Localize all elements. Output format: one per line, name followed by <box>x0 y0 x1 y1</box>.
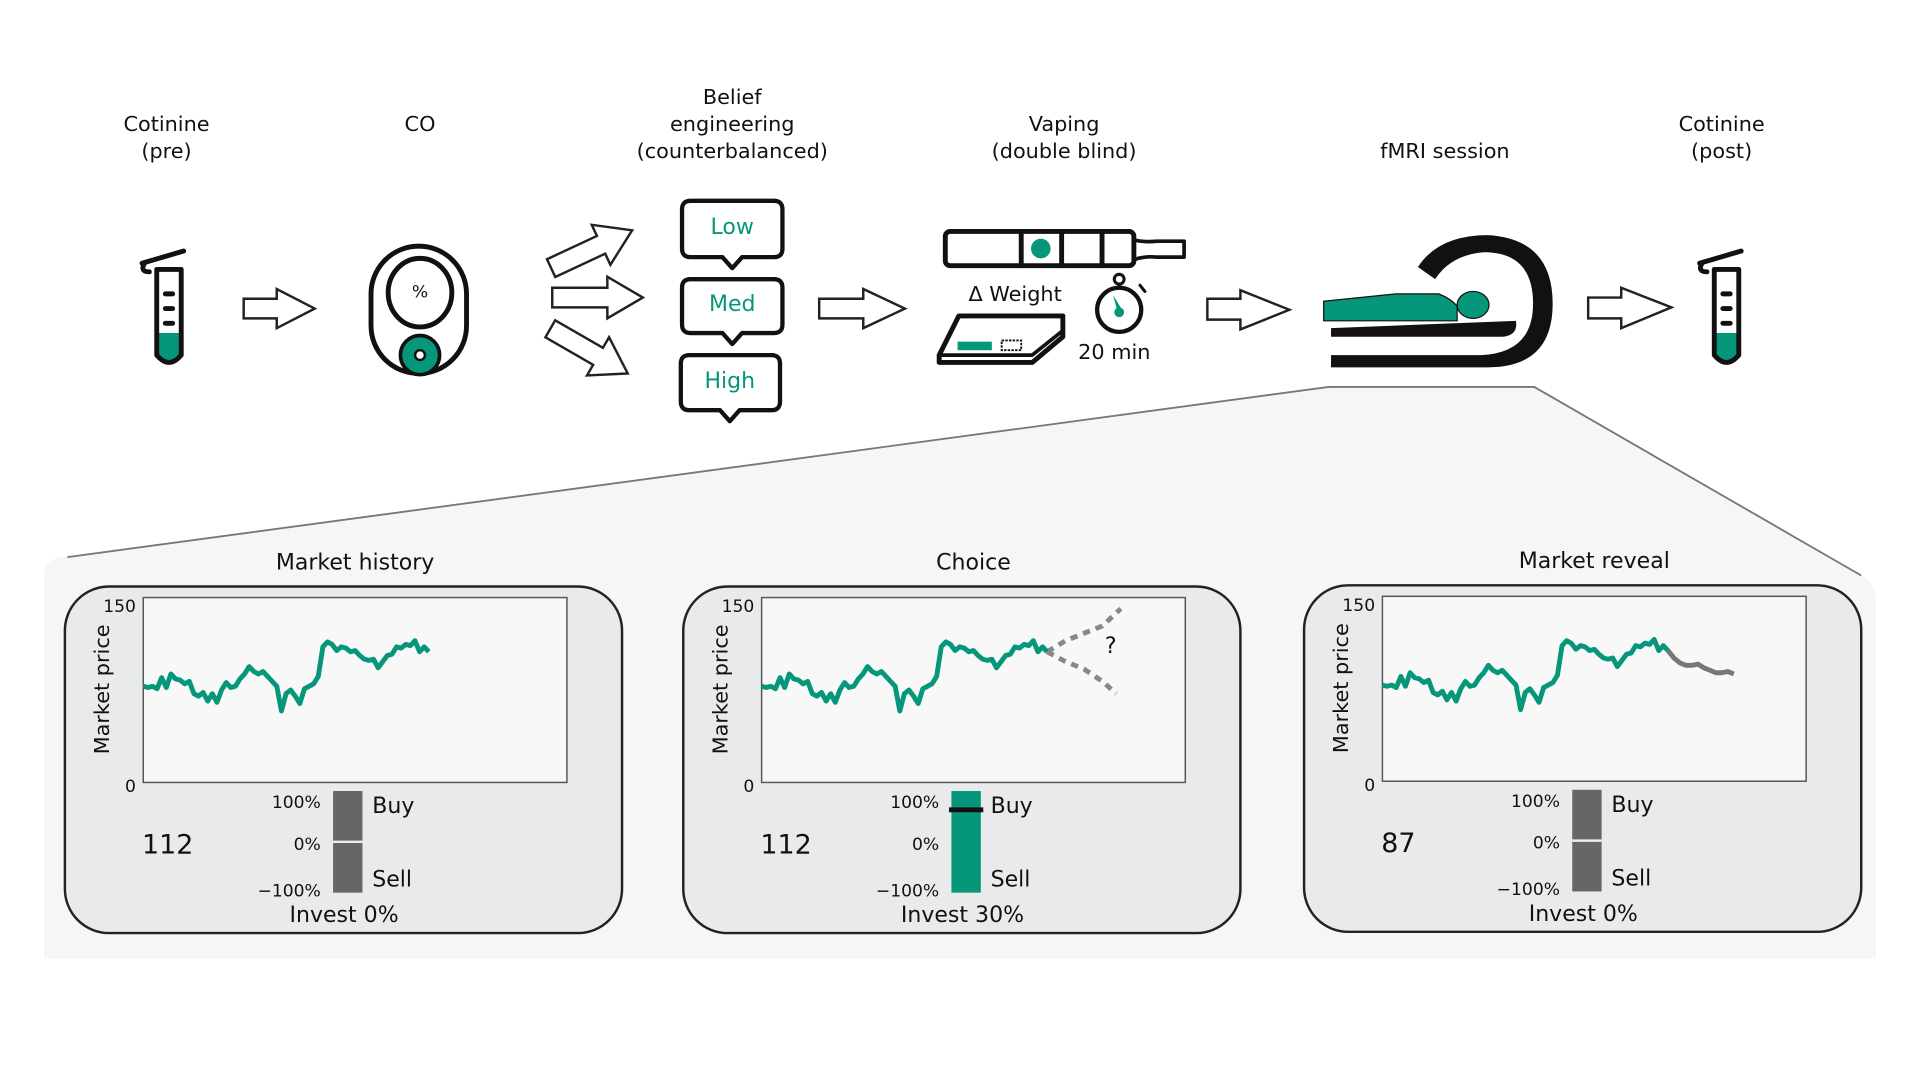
current-price: 87 <box>1381 828 1415 859</box>
belief-option-high: High <box>678 352 783 424</box>
invest-label: Invest 30% <box>901 903 1024 928</box>
scale-100: 100% <box>272 793 321 813</box>
scale-minus-100: −100% <box>258 881 321 901</box>
invest-label: Invest 0% <box>290 903 399 928</box>
svg-text:High: High <box>704 369 755 394</box>
panel-title: Market history <box>276 550 435 575</box>
belief-option-low: Low <box>679 198 785 271</box>
scale-0: 0% <box>1533 834 1560 854</box>
step-label-co: CO <box>405 112 436 136</box>
scale-100: 100% <box>1511 792 1560 812</box>
scale-0: 0% <box>294 835 321 855</box>
current-price: 112 <box>760 829 811 860</box>
y-tick-150: 150 <box>103 597 136 617</box>
belief-option-med: Med <box>679 277 785 347</box>
mri-scanner-icon <box>1323 235 1553 368</box>
step-label-cotinine-pre: Cotinine (pre) <box>123 112 209 163</box>
test-tube-icon <box>1697 248 1744 365</box>
buy-label: Buy <box>1611 793 1653 818</box>
task-panel-market-reveal: Market reveal 150 0 Market price 87 100% 0% −10… <box>1302 549 1863 934</box>
y-tick-0: 0 <box>125 777 136 797</box>
scale-minus-100: −100% <box>876 881 939 901</box>
branch-arrows <box>543 223 646 377</box>
vape-pen-icon <box>942 228 1186 269</box>
timer-label: 20 min <box>1078 340 1150 364</box>
scale-minus-100: −100% <box>1497 880 1560 900</box>
y-tick-0: 0 <box>743 777 754 797</box>
sell-label: Sell <box>1611 866 1651 891</box>
task-panel-choice: Choice 150 0 Market price ? 112 100% 0% −100% Buy… <box>682 550 1242 935</box>
scale-0: 0% <box>912 835 939 855</box>
y-tick-150: 150 <box>1342 596 1375 616</box>
arrow-right-icon <box>1206 288 1293 332</box>
price-chart-area <box>142 596 568 784</box>
weight-label: Δ Weight <box>968 282 1061 306</box>
panel-title: Market reveal <box>1519 549 1670 574</box>
buy-label: Buy <box>991 794 1033 819</box>
y-tick-0: 0 <box>1364 776 1375 796</box>
y-tick-150: 150 <box>722 597 755 617</box>
investment-slider[interactable] <box>1572 789 1602 892</box>
co-monitor-icon: % <box>368 243 469 377</box>
slider-track[interactable] <box>951 791 981 893</box>
belief-options: Low Med High <box>678 198 785 424</box>
stopwatch-icon <box>1095 272 1147 334</box>
step-label-vaping: Vaping (double blind) <box>992 112 1137 163</box>
price-chart-area <box>1381 595 1807 782</box>
test-tube-icon <box>139 248 187 365</box>
buy-label: Buy <box>372 794 414 819</box>
unknown-mark: ? <box>1105 634 1117 659</box>
panel-title: Choice <box>936 550 1011 575</box>
price-chart-area <box>760 596 1187 784</box>
invest-label: Invest 0% <box>1529 902 1638 927</box>
scale-icon <box>936 313 1066 365</box>
y-axis-label: Market price <box>708 624 732 754</box>
scale-100: 100% <box>890 793 939 813</box>
sell-label: Sell <box>991 868 1031 893</box>
investment-slider[interactable] <box>948 791 984 893</box>
current-price: 112 <box>142 829 193 860</box>
svg-text:%: % <box>412 283 428 303</box>
sell-label: Sell <box>372 868 412 893</box>
arrow-right-icon <box>817 287 908 331</box>
task-panel-market-history: Market history 150 0 Market price 112 100% 0% −… <box>63 550 624 935</box>
arrow-right-icon <box>1586 285 1675 330</box>
study-design-figure: Cotinine (pre) CO Belief engineering (count… <box>44 85 1876 959</box>
svg-text:Low: Low <box>711 215 754 240</box>
svg-text:Med: Med <box>709 292 756 317</box>
step-label-cotinine-post: Cotinine (post) <box>1679 112 1765 163</box>
slider-handle[interactable] <box>948 807 984 813</box>
y-axis-label: Market price <box>1329 623 1353 753</box>
step-labels: Cotinine (pre) CO Belief engineering (count… <box>123 85 1764 163</box>
step-label-belief: Belief engineering (counterbalanced) <box>637 85 828 163</box>
investment-slider[interactable] <box>333 791 363 893</box>
step-label-fmri: fMRI session <box>1380 139 1509 163</box>
arrow-right-icon <box>242 286 318 331</box>
y-axis-label: Market price <box>90 624 114 754</box>
